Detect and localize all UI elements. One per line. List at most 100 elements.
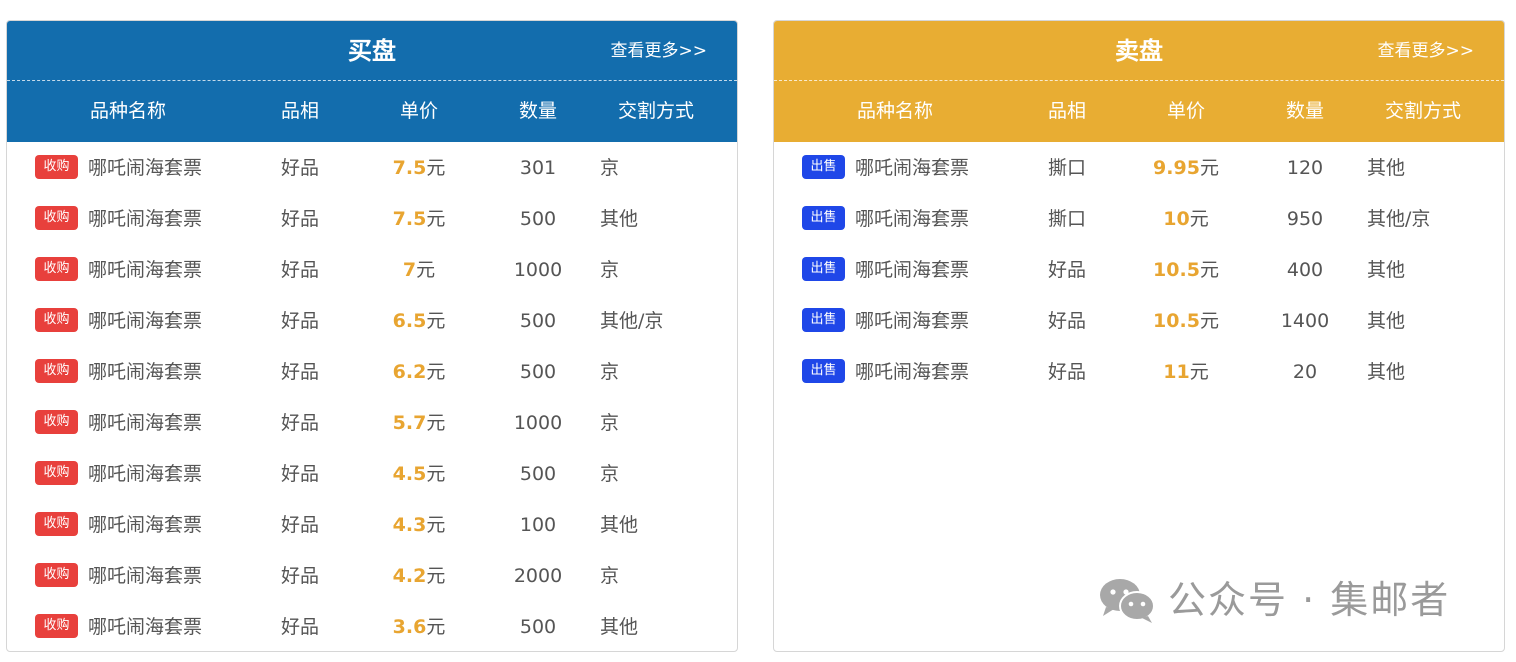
list-item[interactable]: 收购 哪吒闹海套票 好品 3.6元 500 其他 <box>7 601 737 651</box>
item-price: 10.5元 <box>1153 257 1219 283</box>
column-header-delivery: 交割方式 <box>617 100 695 122</box>
list-item[interactable]: 收购 哪吒闹海套票 好品 7.5元 301 京 <box>7 142 737 193</box>
price-unit: 元 <box>426 361 446 383</box>
buy-tag-badge: 收购 <box>35 257 78 281</box>
item-price: 10.5元 <box>1153 308 1219 334</box>
item-name[interactable]: 哪吒闹海套票 <box>88 512 202 538</box>
list-item[interactable]: 收购 哪吒闹海套票 好品 4.2元 2000 京 <box>7 550 737 601</box>
column-header-price: 单价 <box>399 100 439 122</box>
list-item[interactable]: 出售 哪吒闹海套票 好品 11元 20 其他 <box>774 346 1504 397</box>
list-item[interactable]: 出售 哪吒闹海套票 撕口 9.95元 120 其他 <box>774 142 1504 193</box>
list-item[interactable]: 收购 哪吒闹海套票 好品 6.5元 500 其他/京 <box>7 295 737 346</box>
list-item[interactable]: 出售 哪吒闹海套票 好品 10.5元 1400 其他 <box>774 295 1504 346</box>
item-name[interactable]: 哪吒闹海套票 <box>88 563 202 589</box>
item-price: 7.5元 <box>393 206 446 232</box>
item-delivery-method: 京 <box>600 412 620 434</box>
item-name[interactable]: 哪吒闹海套票 <box>855 359 969 385</box>
column-header-price: 单价 <box>1166 100 1206 122</box>
item-quantity: 301 <box>519 157 557 179</box>
item-quantity: 500 <box>519 208 557 230</box>
item-delivery-method: 其他 <box>600 514 639 536</box>
item-grade: 好品 <box>1047 310 1087 332</box>
item-grade: 好品 <box>280 310 320 332</box>
price-value: 6.2 <box>392 361 427 383</box>
price-unit: 元 <box>1199 310 1219 332</box>
item-delivery-method: 其他 <box>600 208 639 230</box>
buy-tag-badge: 收购 <box>35 359 78 383</box>
item-name[interactable]: 哪吒闹海套票 <box>88 257 202 283</box>
item-quantity: 500 <box>519 361 557 383</box>
item-delivery-method: 其他 <box>1367 310 1406 332</box>
item-delivery-method: 京 <box>600 463 620 485</box>
item-name[interactable]: 哪吒闹海套票 <box>855 206 969 232</box>
sell-tag-badge: 出售 <box>802 155 845 179</box>
column-header-grade: 品相 <box>1047 100 1087 122</box>
list-item[interactable]: 收购 哪吒闹海套票 好品 4.5元 500 京 <box>7 448 737 499</box>
sell-panel-header: 卖盘 查看更多>> 品种名称 品相 单价 数量 交割方式 <box>774 21 1504 142</box>
sell-tag-badge: 出售 <box>802 206 845 230</box>
list-item[interactable]: 收购 哪吒闹海套票 好品 5.7元 1000 京 <box>7 397 737 448</box>
sell-view-more-link[interactable]: 查看更多>> <box>1378 39 1475 63</box>
item-name[interactable]: 哪吒闹海套票 <box>88 614 202 640</box>
price-unit: 元 <box>426 412 446 434</box>
sell-title-bar: 卖盘 查看更多>> <box>774 21 1504 81</box>
price-value: 6.5 <box>392 310 427 332</box>
item-name[interactable]: 哪吒闹海套票 <box>88 206 202 232</box>
item-name[interactable]: 哪吒闹海套票 <box>855 257 969 283</box>
item-name[interactable]: 哪吒闹海套票 <box>88 461 202 487</box>
sell-tag-badge: 出售 <box>802 359 845 383</box>
item-grade: 好品 <box>280 361 320 383</box>
buy-title-bar: 买盘 查看更多>> <box>7 21 737 81</box>
column-header-quantity: 数量 <box>518 100 558 122</box>
column-header-grade: 品相 <box>280 100 320 122</box>
price-unit: 元 <box>426 310 446 332</box>
watermark-text: 公众号 · 集邮者 <box>1168 578 1451 622</box>
item-delivery-method: 其他/京 <box>600 310 664 332</box>
column-header-quantity: 数量 <box>1285 100 1325 122</box>
item-delivery-method: 其他 <box>1367 157 1406 179</box>
list-item[interactable]: 收购 哪吒闹海套票 好品 4.3元 100 其他 <box>7 499 737 550</box>
list-item[interactable]: 出售 哪吒闹海套票 撕口 10元 950 其他/京 <box>774 193 1504 244</box>
item-grade: 好品 <box>280 259 320 281</box>
item-delivery-method: 京 <box>600 157 620 179</box>
list-item[interactable]: 收购 哪吒闹海套票 好品 7.5元 500 其他 <box>7 193 737 244</box>
item-name[interactable]: 哪吒闹海套票 <box>855 155 969 181</box>
buy-tag-badge: 收购 <box>35 206 78 230</box>
price-value: 4.3 <box>392 514 427 536</box>
item-price: 4.3元 <box>393 512 446 538</box>
item-name[interactable]: 哪吒闹海套票 <box>88 359 202 385</box>
item-quantity: 500 <box>519 616 557 638</box>
item-name[interactable]: 哪吒闹海套票 <box>855 308 969 334</box>
price-unit: 元 <box>1189 208 1209 230</box>
list-item[interactable]: 出售 哪吒闹海套票 好品 10.5元 400 其他 <box>774 244 1504 295</box>
price-value: 9.95 <box>1153 157 1200 179</box>
price-value: 7.5 <box>392 157 427 179</box>
price-value: 4.2 <box>392 565 427 587</box>
buy-view-more-link[interactable]: 查看更多>> <box>611 39 708 63</box>
buy-panel-header: 买盘 查看更多>> 品种名称 品相 单价 数量 交割方式 <box>7 21 737 142</box>
item-grade: 好品 <box>280 616 320 638</box>
item-grade: 好品 <box>1047 259 1087 281</box>
item-grade: 好品 <box>1047 361 1087 383</box>
item-price: 6.5元 <box>393 308 446 334</box>
item-name[interactable]: 哪吒闹海套票 <box>88 308 202 334</box>
item-name[interactable]: 哪吒闹海套票 <box>88 155 202 181</box>
item-delivery-method: 京 <box>600 259 620 281</box>
item-delivery-method: 京 <box>600 361 620 383</box>
watermark: 公众号 · 集邮者 <box>1098 574 1450 626</box>
item-price: 9.95元 <box>1153 155 1219 181</box>
item-price: 7.5元 <box>393 155 446 181</box>
item-name[interactable]: 哪吒闹海套票 <box>88 410 202 436</box>
item-grade: 好品 <box>280 565 320 587</box>
list-item[interactable]: 收购 哪吒闹海套票 好品 6.2元 500 京 <box>7 346 737 397</box>
item-grade: 撕口 <box>1047 208 1087 230</box>
buy-tag-badge: 收购 <box>35 155 78 179</box>
price-unit: 元 <box>426 565 446 587</box>
item-price: 3.6元 <box>393 614 446 640</box>
item-price: 6.2元 <box>393 359 446 385</box>
buy-tag-badge: 收购 <box>35 308 78 332</box>
list-item[interactable]: 收购 哪吒闹海套票 好品 7元 1000 京 <box>7 244 737 295</box>
column-header-delivery: 交割方式 <box>1384 100 1462 122</box>
item-quantity: 400 <box>1286 259 1324 281</box>
item-quantity: 1000 <box>513 412 563 434</box>
